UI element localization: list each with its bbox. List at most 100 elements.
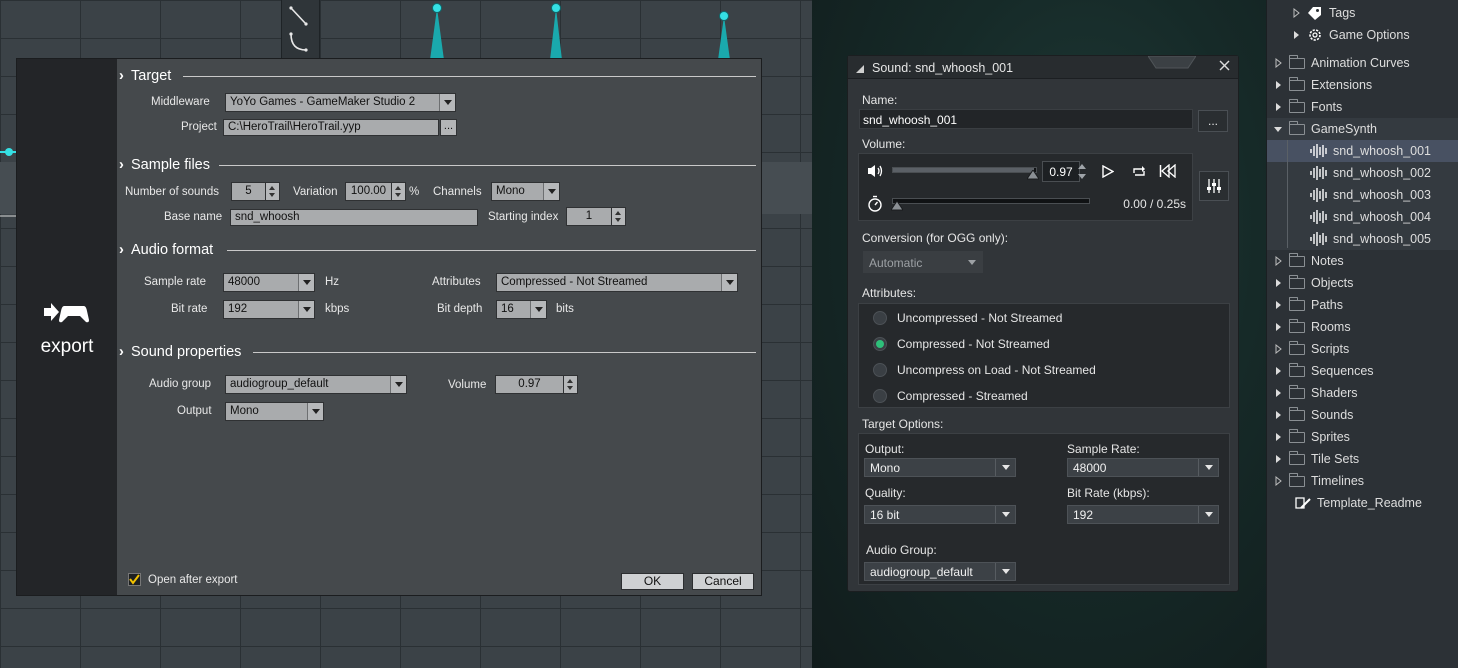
attribute-option-compressed-streamed[interactable]: Compressed - Streamed — [873, 386, 1028, 406]
asset-tree-item-gamesynth[interactable]: GameSynth — [1267, 118, 1458, 140]
asset-tree-item-notes[interactable]: Notes — [1267, 250, 1458, 272]
chevron-right-icon[interactable] — [1273, 58, 1283, 68]
attribute-option-uncompress-on-load[interactable]: Uncompress on Load - Not Streamed — [873, 360, 1096, 380]
close-icon[interactable] — [1219, 60, 1230, 74]
asset-tree-item-sprites[interactable]: Sprites — [1267, 426, 1458, 448]
folder-icon — [1289, 252, 1305, 267]
asset-tree-item-snd-whoosh-003[interactable]: snd_whoosh_003 — [1267, 184, 1458, 206]
sample-rate-select[interactable]: 48000 — [223, 273, 315, 292]
radio-button[interactable] — [873, 311, 887, 325]
channels-select[interactable]: Mono — [491, 182, 560, 201]
asset-tree-item-tile-sets[interactable]: Tile Sets — [1267, 448, 1458, 470]
line-tool-icon[interactable] — [282, 0, 321, 60]
playback-position-thumb[interactable] — [891, 201, 903, 211]
radio-button-selected[interactable] — [873, 337, 887, 351]
play-icon[interactable] — [1102, 165, 1114, 178]
sound-mixer-button[interactable] — [1199, 171, 1229, 201]
stepper-arrows[interactable] — [612, 207, 626, 226]
quality-select[interactable]: 16 bit — [864, 505, 1016, 524]
attributes-select[interactable]: Compressed - Not Streamed — [496, 273, 738, 292]
chevron-right-icon[interactable] — [1273, 322, 1283, 332]
chevron-right-icon[interactable] — [1273, 476, 1283, 486]
loop-icon[interactable] — [1131, 165, 1147, 178]
chevron-right-icon[interactable] — [1273, 410, 1283, 420]
chevron-down-icon — [1198, 506, 1218, 523]
output-select[interactable]: Mono — [225, 402, 324, 421]
chevron-right-icon[interactable] — [1291, 30, 1301, 40]
volume-value-field[interactable]: 0.97 — [1042, 161, 1080, 182]
playback-position-slider[interactable] — [892, 198, 1090, 204]
asset-tree-item-animation-curves[interactable]: Animation Curves — [1267, 52, 1458, 74]
project-path-field[interactable]: C:\HeroTrail\HeroTrail.yyp — [223, 119, 439, 136]
number-of-sounds-stepper[interactable]: 5 — [231, 182, 280, 201]
conversion-select[interactable]: Automatic — [863, 251, 983, 273]
chevron-right-icon[interactable] — [1273, 102, 1283, 112]
attribute-option-uncompressed-not-streamed[interactable]: Uncompressed - Not Streamed — [873, 308, 1062, 328]
spike-handle-2[interactable] — [551, 3, 561, 13]
volume-slider[interactable] — [892, 167, 1037, 173]
variation-stepper[interactable]: 100.00 — [345, 182, 406, 201]
chevron-right-icon[interactable] — [1273, 388, 1283, 398]
sample-rate-select[interactable]: 48000 — [1067, 458, 1219, 477]
asset-tree-item-objects[interactable]: Objects — [1267, 272, 1458, 294]
volume-stepper-arrows[interactable] — [1077, 161, 1087, 182]
asset-tree-item-template-readme[interactable]: Template_Readme — [1267, 492, 1458, 514]
asset-tree-item-fonts[interactable]: Fonts — [1267, 96, 1458, 118]
chevron-right-icon[interactable] — [1273, 454, 1283, 464]
spike-handle-3[interactable] — [719, 11, 729, 21]
chevron-right-icon[interactable] — [1273, 344, 1283, 354]
attributes-radio-group: Uncompressed - Not Streamed Compressed -… — [858, 303, 1230, 408]
asset-tree-item-tags[interactable]: Tags — [1267, 2, 1458, 24]
open-after-export-checkbox[interactable] — [128, 573, 141, 586]
chevron-right-icon[interactable] — [1273, 80, 1283, 90]
asset-tree-item-label: Timelines — [1311, 474, 1365, 488]
volume-slider-thumb[interactable] — [1027, 170, 1039, 180]
volume-stepper[interactable]: 0.97 — [495, 375, 578, 394]
chevron-right-icon[interactable] — [1273, 300, 1283, 310]
cancel-button[interactable]: Cancel — [692, 573, 754, 590]
asset-tree-item-sequences[interactable]: Sequences — [1267, 360, 1458, 382]
bit-rate-select[interactable]: 192 — [1067, 505, 1219, 524]
curve-toolbox — [281, 0, 320, 60]
asset-tree-item-game-options[interactable]: Game Options — [1267, 24, 1458, 46]
chevron-right-icon[interactable] — [1291, 8, 1301, 18]
chevron-right-icon[interactable] — [1273, 432, 1283, 442]
middleware-select[interactable]: YoYo Games - GameMaker Studio 2 — [225, 93, 456, 112]
chevron-right-icon[interactable] — [1273, 256, 1283, 266]
stepper-arrows[interactable] — [392, 182, 406, 201]
base-name-field[interactable]: snd_whoosh — [230, 209, 478, 226]
radio-button[interactable] — [873, 363, 887, 377]
asset-tree-item-shaders[interactable]: Shaders — [1267, 382, 1458, 404]
attribute-option-compressed-not-streamed[interactable]: Compressed - Not Streamed — [873, 334, 1050, 354]
audio-group-select[interactable]: audiogroup_default — [864, 562, 1016, 581]
spike-handle-1[interactable] — [432, 3, 442, 13]
audio-group-select[interactable]: audiogroup_default — [225, 375, 407, 394]
asset-tree-item-timelines[interactable]: Timelines — [1267, 470, 1458, 492]
asset-tree-item-snd-whoosh-004[interactable]: snd_whoosh_004 — [1267, 206, 1458, 228]
asset-tree-item-extensions[interactable]: Extensions — [1267, 74, 1458, 96]
asset-tree-item-snd-whoosh-001[interactable]: snd_whoosh_001 — [1267, 140, 1458, 162]
name-browse-button[interactable]: ... — [1198, 110, 1228, 132]
output-select[interactable]: Mono — [864, 458, 1016, 477]
chevron-right-icon[interactable] — [1273, 278, 1283, 288]
asset-tree-item-snd-whoosh-005[interactable]: snd_whoosh_005 — [1267, 228, 1458, 250]
radio-button[interactable] — [873, 389, 887, 403]
rewind-to-start-icon[interactable] — [1159, 164, 1177, 178]
ok-button[interactable]: OK — [621, 573, 684, 590]
asset-tree-item-snd-whoosh-002[interactable]: snd_whoosh_002 — [1267, 162, 1458, 184]
chevron-down-icon[interactable] — [1273, 124, 1283, 134]
sound-editor-titlebar[interactable]: Sound: snd_whoosh_001 — [848, 56, 1238, 79]
stepper-arrows[interactable] — [266, 182, 280, 201]
asset-tree-item-sounds[interactable]: Sounds — [1267, 404, 1458, 426]
sound-name-field[interactable]: snd_whoosh_001 — [859, 109, 1193, 129]
stepper-arrows[interactable] — [564, 375, 578, 394]
bit-depth-select[interactable]: 16 — [496, 300, 547, 319]
asset-tree-item-rooms[interactable]: Rooms — [1267, 316, 1458, 338]
asset-tree-item-scripts[interactable]: Scripts — [1267, 338, 1458, 360]
starting-index-stepper[interactable]: 1 — [566, 207, 626, 226]
chevron-right-icon[interactable] — [1273, 366, 1283, 376]
asset-tree-item-paths[interactable]: Paths — [1267, 294, 1458, 316]
bit-rate-select[interactable]: 192 — [223, 300, 315, 319]
project-browse-button[interactable]: ... — [440, 119, 457, 136]
collapse-icon[interactable] — [856, 63, 865, 77]
